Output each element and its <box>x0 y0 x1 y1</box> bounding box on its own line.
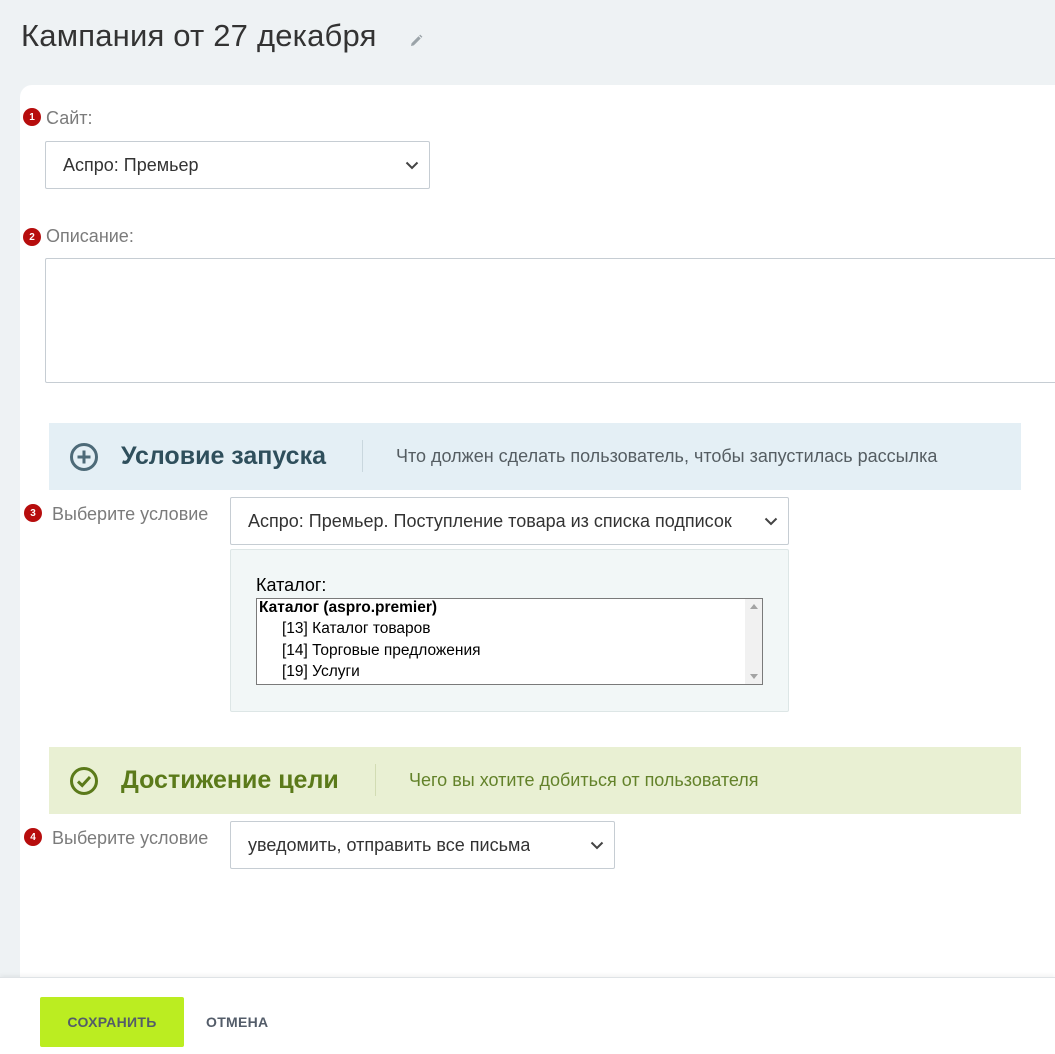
goal-description: Чего вы хотите добиться от пользователя <box>409 770 759 790</box>
catalog-option[interactable]: [14] Торговые предложения <box>282 642 481 660</box>
divider <box>362 440 363 472</box>
goal-condition-label: Выберите условие <box>52 828 209 848</box>
catalog-listbox[interactable]: Каталог (aspro.premier) [13] Каталог тов… <box>256 598 763 685</box>
scroll-up-icon[interactable] <box>750 604 758 609</box>
step-marker-4: 4 <box>24 828 42 846</box>
goal-condition-select[interactable]: уведомить, отправить все письма <box>230 821 615 869</box>
page-title: Кампания от 27 декабря <box>21 18 377 53</box>
description-textarea[interactable] <box>45 258 1055 383</box>
goal-title: Достижение цели <box>121 766 339 794</box>
pencil-icon[interactable] <box>408 33 424 49</box>
site-select[interactable]: Аспро: Премьер <box>45 141 430 189</box>
divider <box>375 764 376 796</box>
listbox-scrollbar[interactable] <box>745 599 762 684</box>
scroll-down-icon[interactable] <box>750 674 758 679</box>
launch-condition-title: Условие запуска <box>121 442 326 470</box>
catalog-option[interactable]: [13] Каталог товаров <box>282 620 431 638</box>
launch-condition-band: Условие запуска Что должен сделать польз… <box>49 423 1021 490</box>
catalog-option-group[interactable]: Каталог (aspro.premier) <box>259 599 437 617</box>
chevron-down-icon <box>405 161 419 170</box>
cancel-button[interactable]: ОТМЕНА <box>206 997 268 1047</box>
step-marker-2: 2 <box>23 228 41 246</box>
catalog-option[interactable]: [19] Услуги <box>282 663 360 681</box>
catalog-label: Каталог: <box>256 575 327 595</box>
footer-bar: СОХРАНИТЬ ОТМЕНА <box>0 977 1055 1054</box>
goal-band: Достижение цели Чего вы хотите добиться … <box>49 747 1021 814</box>
step-marker-3: 3 <box>24 504 42 522</box>
launch-condition-value: Аспро: Премьер. Поступление товара из сп… <box>248 510 732 531</box>
goal-condition-value: уведомить, отправить все письма <box>248 834 531 855</box>
site-select-value: Аспро: Премьер <box>63 154 199 175</box>
site-label: Сайт: <box>46 108 93 128</box>
launch-condition-label: Выберите условие <box>52 504 209 524</box>
check-circle-icon[interactable] <box>69 766 99 796</box>
save-button[interactable]: СОХРАНИТЬ <box>40 997 184 1047</box>
step-marker-1: 1 <box>23 108 41 126</box>
launch-condition-select[interactable]: Аспро: Премьер. Поступление товара из сп… <box>230 497 789 545</box>
launch-condition-description: Что должен сделать пользователь, чтобы з… <box>396 446 938 466</box>
catalog-panel: Каталог: Каталог (aspro.premier) [13] Ка… <box>230 549 789 712</box>
plus-circle-icon[interactable] <box>69 442 99 472</box>
description-label: Описание: <box>46 226 134 246</box>
chevron-down-icon <box>590 841 604 850</box>
chevron-down-icon <box>764 517 778 526</box>
